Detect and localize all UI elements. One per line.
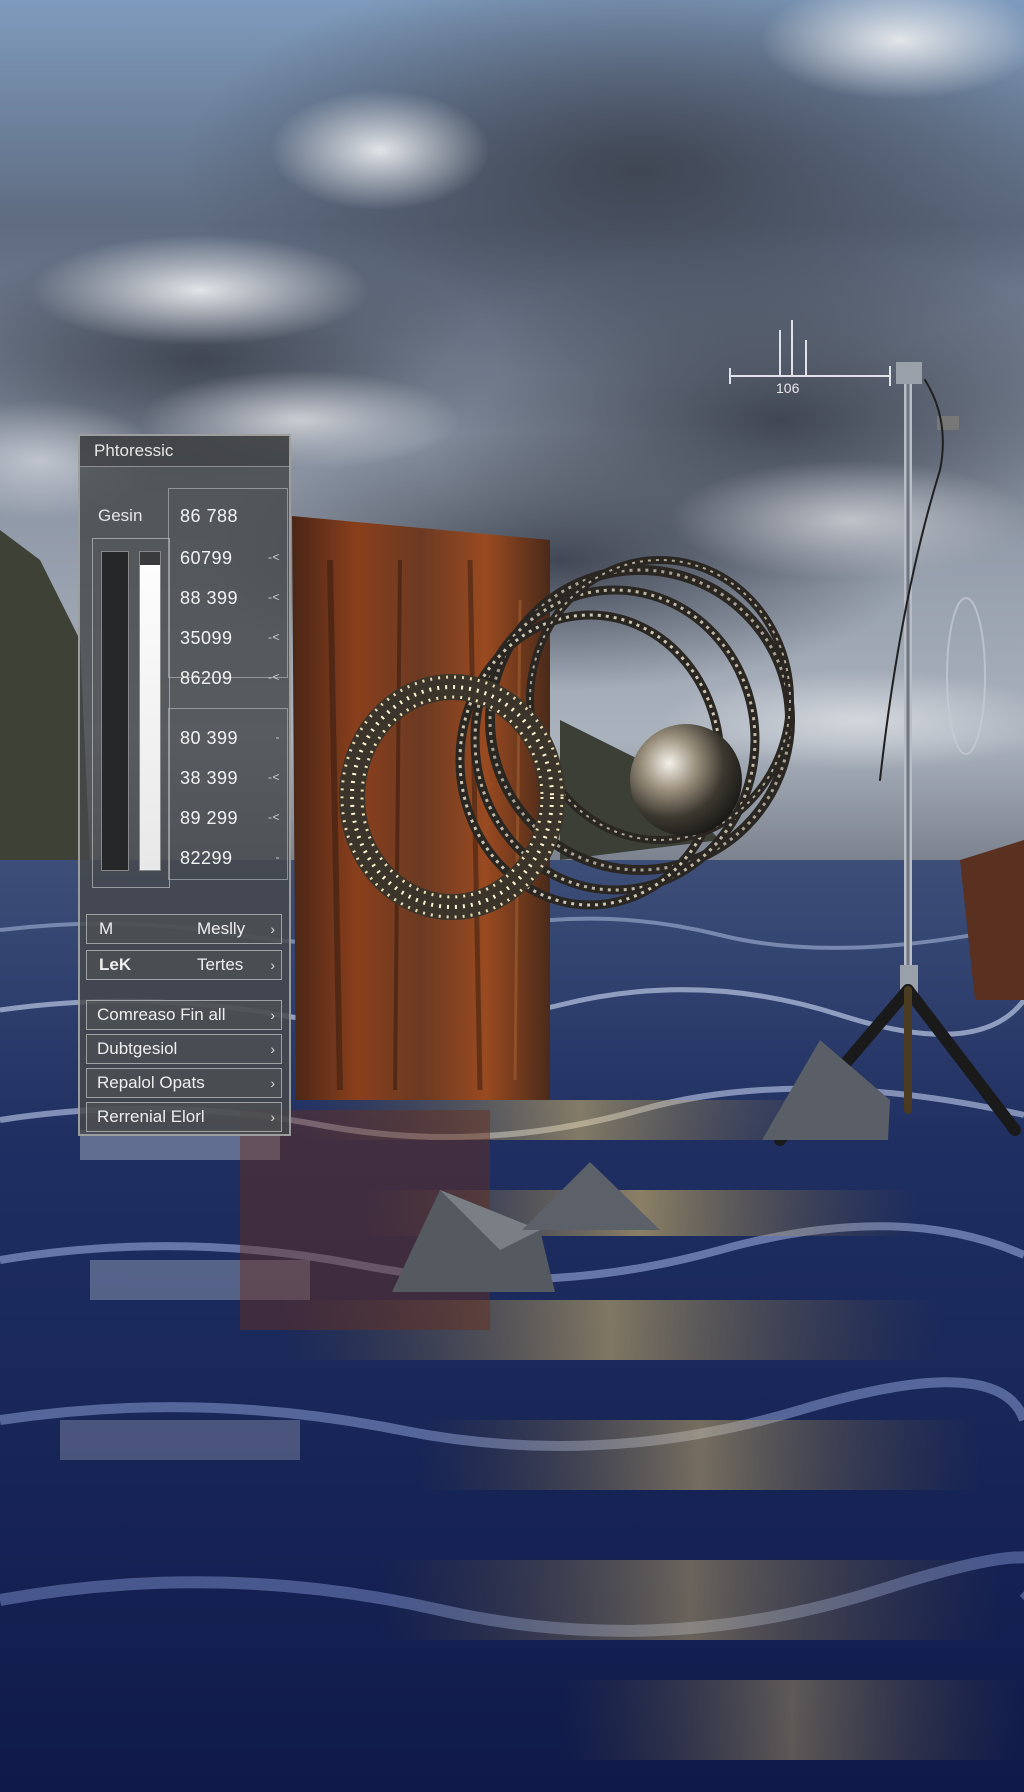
chevron-right-icon: ›	[270, 1075, 275, 1091]
readout-value: 86 788	[180, 506, 239, 526]
meter-track	[139, 551, 161, 871]
readout-value: 35099 -<	[180, 628, 280, 648]
readout-value: 89 299 -<	[180, 808, 280, 828]
menu-item[interactable]: Comreaso Fin all ›	[86, 1000, 282, 1030]
readout-value: 80 399-	[180, 728, 280, 748]
menu-item[interactable]: Dubtgesiol ›	[86, 1034, 282, 1064]
readout-value: 60799 -<	[180, 548, 280, 568]
scale-label: 106	[776, 380, 800, 396]
readout-value: 88 399 -<	[180, 588, 280, 608]
panel-title: Phtoressic	[80, 436, 289, 467]
level-meter	[92, 538, 170, 888]
chevron-right-icon: ›	[270, 1041, 275, 1057]
readout-value: 38 399 -<	[180, 768, 280, 788]
row-label: Gesin	[98, 506, 143, 525]
wooden-board	[292, 516, 550, 1100]
readout-value: 82299-	[180, 848, 280, 868]
chevron-down-icon: ›	[270, 957, 275, 973]
mode-dropdown[interactable]: M Meslly ›	[86, 914, 282, 944]
settings-panel: Phtoressic Gesin 86 788 60799 -< 88 399 -<…	[78, 434, 291, 1136]
readout-value: 86209 -<	[180, 668, 280, 688]
menu-item[interactable]: Repalol Opats ›	[86, 1068, 282, 1098]
chevron-right-icon: ›	[270, 1007, 275, 1023]
menu-item[interactable]: Rerrenial Elorl ›	[86, 1102, 282, 1132]
chevron-right-icon: ›	[270, 1109, 275, 1125]
chrome-sphere	[630, 724, 742, 836]
chevron-down-icon: ›	[270, 921, 275, 937]
meter-track-dark	[101, 551, 129, 871]
texture-dropdown[interactable]: LeK Tertes ›	[86, 950, 282, 980]
meter-fill	[140, 564, 160, 870]
